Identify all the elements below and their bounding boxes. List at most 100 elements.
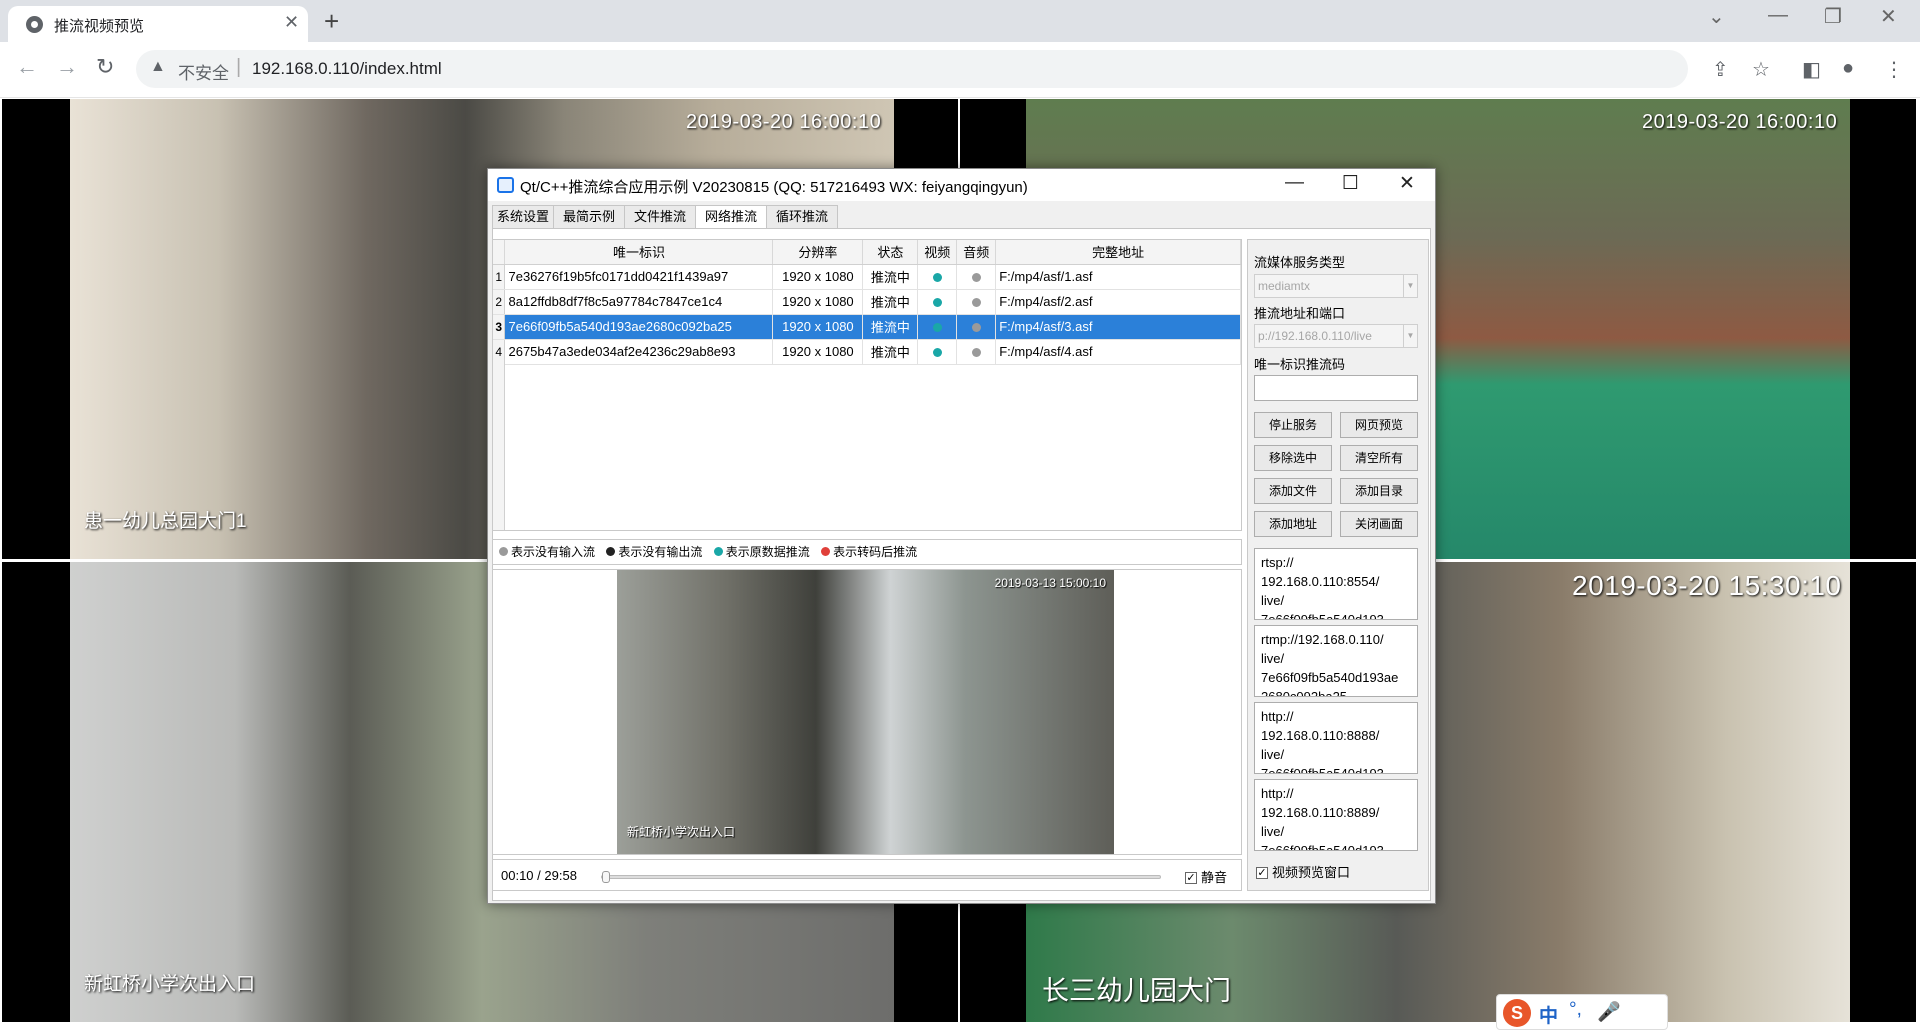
chevron-down-icon[interactable]: ▼ — [1403, 325, 1417, 347]
web-preview-button[interactable]: 网页预览 — [1340, 412, 1418, 438]
cell-audio — [956, 264, 997, 290]
close-video-button[interactable]: 关闭画面 — [1340, 511, 1418, 537]
reload-icon[interactable]: ↻ — [96, 54, 114, 80]
cell-audio — [956, 314, 997, 340]
cell-audio — [956, 339, 997, 365]
cell-resolution: 1920 x 1080 — [772, 264, 864, 290]
audio-status-dot — [971, 348, 981, 358]
chevron-down-icon[interactable]: ▼ — [1403, 275, 1417, 297]
qt-dialog: Qt/C++推流综合应用示例 V20230815 (QQ: 517216493 … — [487, 168, 1436, 904]
warning-icon[interactable]: ▲ — [150, 58, 166, 76]
sogou-logo-icon[interactable]: S — [1503, 999, 1531, 1027]
add-file-button[interactable]: 添加文件 — [1254, 478, 1332, 504]
legend-label: 表示原数据推流 — [725, 545, 810, 559]
audio-status-dot — [971, 273, 981, 283]
tab-network-push[interactable]: 网络推流 — [695, 205, 767, 230]
add-directory-button[interactable]: 添加目录 — [1340, 478, 1418, 504]
http-webrtc-url-box[interactable]: http:// 192.168.0.110:8889/ live/ 7e66f0… — [1254, 779, 1418, 851]
stream-id-input[interactable] — [1254, 375, 1418, 401]
column-header[interactable]: 分辨率 — [772, 240, 864, 265]
ime-punctuation[interactable]: °, — [1569, 999, 1582, 1021]
column-header[interactable]: 状态 — [862, 240, 919, 265]
close-icon[interactable]: ✕ — [1399, 172, 1415, 195]
preview-window-checkbox[interactable]: ✓ 视频预览窗口 — [1256, 862, 1350, 881]
playback-time: 00:10 / 29:58 — [501, 868, 577, 883]
checkbox-icon[interactable]: ✓ — [1185, 871, 1197, 884]
cell-id: 2675b47a3ede034af2e4236c29ab8e93 — [504, 339, 774, 365]
legend-dot — [821, 547, 831, 557]
rtmp-url-box[interactable]: rtmp://192.168.0.110/ live/ 7e66f09fb5a5… — [1254, 625, 1418, 697]
video-preview-panel[interactable]: 2019-03-13 15:00:10 新虹桥小学次出入口 — [492, 569, 1242, 855]
close-tab-icon[interactable]: ✕ — [284, 12, 299, 33]
legend-item: 表示原数据推流 — [713, 545, 810, 559]
column-header[interactable]: 视频 — [917, 240, 958, 265]
cell-address: F:/mp4/asf/3.asf — [995, 314, 1241, 340]
microphone-icon[interactable]: 🎤 — [1597, 1000, 1621, 1024]
legend-dot — [713, 547, 723, 557]
push-address-select[interactable]: p://192.168.0.110/live ▼ — [1254, 324, 1418, 348]
mute-checkbox[interactable]: ✓ 静音 — [1185, 867, 1227, 886]
tab-search-icon[interactable]: ⌄ — [1708, 4, 1725, 29]
minimize-icon[interactable]: — — [1285, 172, 1304, 194]
preview-timestamp: 2019-03-13 15:00:10 — [994, 576, 1106, 590]
forward-icon[interactable]: → — [56, 54, 78, 80]
seek-handle[interactable] — [602, 871, 610, 883]
table-row-selected[interactable]: 3 7e66f09fb5a540d193ae2680c092ba25 1920 … — [493, 314, 1241, 340]
new-tab-icon[interactable]: + — [324, 6, 339, 37]
add-address-button[interactable]: 添加地址 — [1254, 511, 1332, 537]
browser-toolbar: ← → ↻ ▲ 不安全 | 192.168.0.110/index.html ⇪… — [0, 42, 1920, 98]
current-time: 00:10 — [501, 868, 534, 883]
back-icon[interactable]: ← — [16, 54, 38, 80]
total-duration: 29:58 — [544, 868, 577, 883]
url-text[interactable]: 192.168.0.110/index.html — [252, 59, 442, 79]
minimize-icon[interactable]: — — [1768, 4, 1788, 27]
ime-language[interactable]: 中 — [1539, 1001, 1558, 1028]
row-number: 3 — [493, 314, 506, 340]
browser-tab[interactable]: 推流视频预览 ✕ — [8, 6, 308, 42]
tab-loop-push[interactable]: 循环推流 — [766, 205, 838, 229]
column-header[interactable]: 唯一标识 — [504, 240, 774, 265]
preview-caption: 新虹桥小学次出入口 — [627, 825, 736, 839]
row-number: 1 — [493, 264, 506, 290]
server-type-select[interactable]: mediamtx ▼ — [1254, 274, 1418, 298]
stop-service-button[interactable]: 停止服务 — [1254, 412, 1332, 438]
column-header[interactable]: 音频 — [956, 240, 997, 265]
http-hls-url-box[interactable]: http:// 192.168.0.110:8888/ live/ 7e66f0… — [1254, 702, 1418, 774]
remove-selected-button[interactable]: 移除选中 — [1254, 445, 1332, 471]
address-bar[interactable]: ▲ 不安全 | 192.168.0.110/index.html — [136, 50, 1688, 88]
table-row[interactable]: 1 7e36276f19b5fc0171dd0421f1439a97 1920 … — [493, 264, 1241, 290]
insecure-label: 不安全 — [178, 64, 229, 83]
checkbox-icon[interactable]: ✓ — [1256, 866, 1268, 879]
tab-system-settings[interactable]: 系统设置 — [492, 205, 554, 229]
preview-video[interactable]: 2019-03-13 15:00:10 新虹桥小学次出入口 — [617, 570, 1114, 854]
row-number: 4 — [493, 339, 506, 365]
seek-slider[interactable] — [601, 871, 1161, 883]
dialog-titlebar[interactable]: Qt/C++推流综合应用示例 V20230815 (QQ: 517216493 … — [488, 169, 1435, 201]
bookmark-star-icon[interactable]: ☆ — [1752, 57, 1770, 82]
share-icon[interactable]: ⇪ — [1712, 57, 1729, 82]
column-header[interactable]: 完整地址 — [995, 240, 1241, 265]
push-address-label: 推流地址和端口 — [1254, 306, 1346, 321]
maximize-icon[interactable]: ☐ — [1342, 172, 1359, 195]
restore-icon[interactable]: ❐ — [1824, 4, 1842, 29]
tab-simple-example[interactable]: 最简示例 — [553, 205, 625, 229]
ime-toolbar[interactable]: S 中 °, 🎤 — [1496, 994, 1668, 1030]
tab-file-push[interactable]: 文件推流 — [624, 205, 696, 229]
menu-kebab-icon[interactable]: ⋮ — [1884, 57, 1904, 82]
cell-video — [917, 314, 958, 340]
table-header-row: 唯一标识 分辨率 状态 视频 音频 完整地址 — [493, 240, 1241, 265]
video-caption: 患一幼儿总园大门1 — [84, 511, 247, 532]
close-window-icon[interactable]: ✕ — [1880, 4, 1897, 29]
legend-item: 表示没有输入流 — [499, 545, 595, 559]
legend-item: 表示没有输出流 — [606, 545, 702, 559]
table-row[interactable]: 4 2675b47a3ede034af2e4236c29ab8e93 1920 … — [493, 339, 1241, 365]
table-row[interactable]: 2 8a12ffdb8df7f8c5a97784c7847ce1c4 1920 … — [493, 289, 1241, 315]
stream-table[interactable]: 唯一标识 分辨率 状态 视频 音频 完整地址 1 7e36276f19b5fc0… — [492, 239, 1242, 531]
side-panel-icon[interactable]: ◧ — [1802, 57, 1821, 82]
tab-title: 推流视频预览 — [54, 18, 145, 35]
clear-all-button[interactable]: 清空所有 — [1340, 445, 1418, 471]
server-type-value: mediamtx — [1258, 279, 1311, 293]
profile-avatar-icon[interactable]: ● — [1842, 57, 1854, 80]
legend-label: 表示没有输出流 — [618, 545, 703, 559]
rtsp-url-box[interactable]: rtsp:// 192.168.0.110:8554/ live/ 7e66f0… — [1254, 548, 1418, 620]
